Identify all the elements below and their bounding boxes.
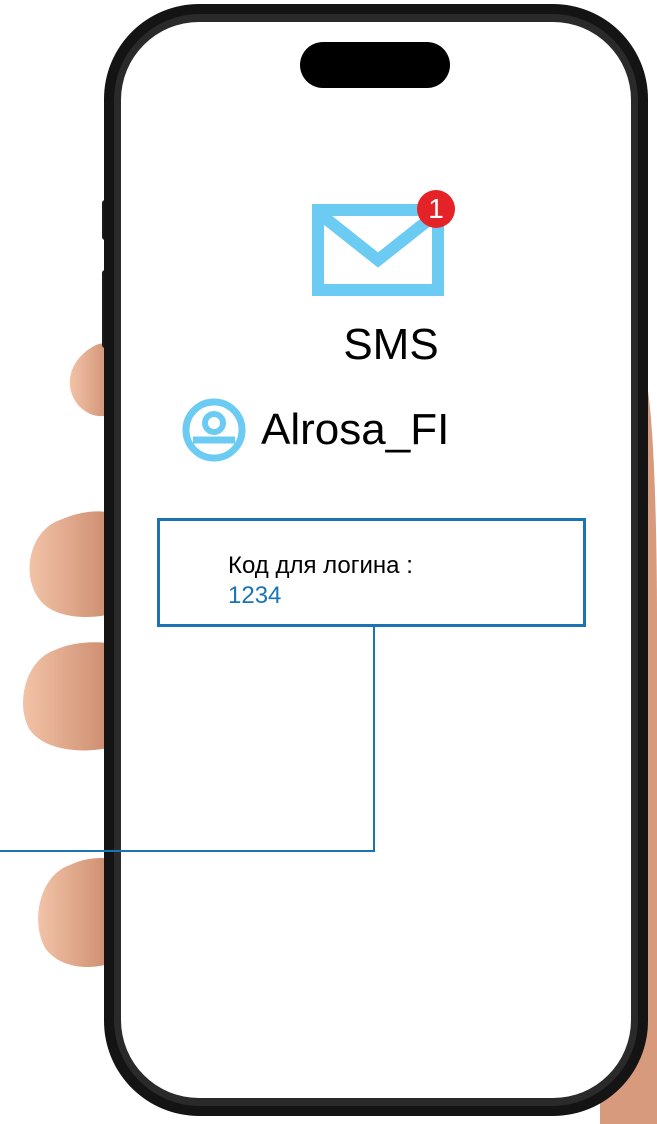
app-title: SMS [343,320,439,369]
hand-fingers [23,343,118,968]
sender-name: Alrosa_FI [261,405,450,454]
user-avatar-icon [182,398,246,462]
unread-badge: 1 [417,190,455,228]
phone-screen-content: 1 SMS Alrosa_FI Код для логина : 1234 [121,30,635,1110]
message-text: Код для логина : [228,552,413,579]
login-code: 1234 [228,582,282,609]
sender-row[interactable]: Alrosa_FI [181,395,449,465]
stage: 1 SMS Alrosa_FI Код для логина : 1234 [0,0,657,1124]
message-bubble[interactable]: Код для логина : 1234 [157,518,586,627]
